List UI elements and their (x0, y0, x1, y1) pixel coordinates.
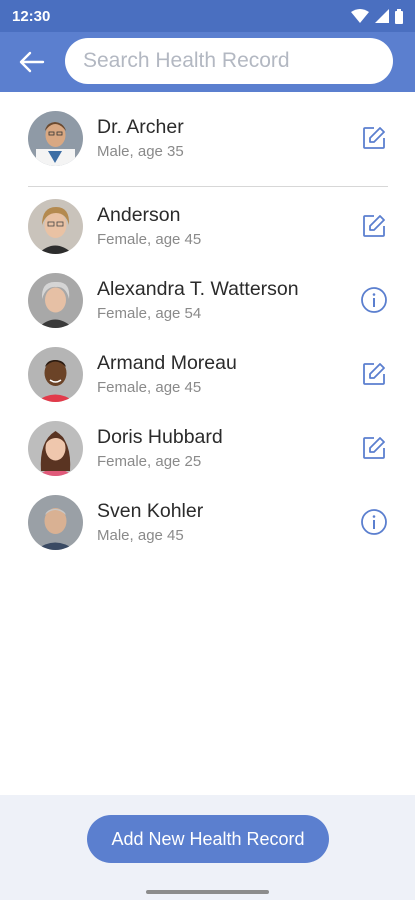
edit-button[interactable] (359, 123, 389, 153)
record-name: Anderson (97, 203, 181, 226)
avatar (28, 198, 83, 254)
search-input[interactable] (83, 49, 393, 73)
footer: Add New Health Record (0, 795, 415, 900)
record-name: Armand Moreau (97, 351, 237, 374)
status-time: 12:30 (12, 7, 51, 25)
edit-icon (363, 215, 385, 237)
info-button[interactable] (359, 507, 389, 537)
record-details: Male, age 35 (97, 142, 184, 160)
avatar (28, 272, 83, 328)
record-text: Armand Moreau Female, age 45 (97, 351, 237, 398)
record-text: Dr. Archer Male, age 35 (97, 115, 184, 162)
list-item[interactable]: Doris Hubbard Female, age 25 (0, 411, 415, 485)
cell-signal-icon (375, 9, 389, 23)
status-icons (351, 8, 403, 24)
info-button[interactable] (359, 285, 389, 315)
record-name: Sven Kohler (97, 499, 204, 522)
home-indicator[interactable] (146, 890, 269, 894)
app-bar (0, 32, 415, 92)
arrow-left-icon (19, 51, 45, 73)
record-details: Female, age 25 (97, 452, 202, 470)
search-box (65, 38, 393, 84)
list-item[interactable]: Armand Moreau Female, age 45 (0, 337, 415, 411)
record-text: Anderson Female, age 45 (97, 203, 201, 250)
info-icon (361, 287, 387, 313)
status-bar: 12:30 (0, 0, 415, 32)
list-item[interactable]: Anderson Female, age 45 (0, 189, 415, 263)
record-details: Female, age 45 (97, 378, 202, 396)
record-name: Doris Hubbard (97, 425, 223, 448)
record-details: Male, age 45 (97, 526, 184, 544)
record-details: Female, age 45 (97, 230, 202, 248)
divider (28, 186, 388, 187)
edit-icon (363, 363, 385, 385)
back-button[interactable] (0, 32, 64, 92)
list-item[interactable]: Sven Kohler Male, age 45 (0, 485, 415, 559)
battery-icon (395, 8, 403, 24)
avatar (28, 110, 83, 166)
edit-button[interactable] (359, 211, 389, 241)
record-name: Dr. Archer (97, 115, 184, 138)
record-text: Alexandra T. Watterson Female, age 54 (97, 277, 299, 324)
record-name: Alexandra T. Watterson (97, 277, 299, 300)
health-record-list: Dr. Archer Male, age 35 Anderson Female,… (0, 92, 415, 559)
add-new-health-record-button[interactable]: Add New Health Record (87, 815, 329, 863)
edit-button[interactable] (359, 359, 389, 389)
edit-icon (363, 437, 385, 459)
edit-icon (363, 127, 385, 149)
record-text: Doris Hubbard Female, age 25 (97, 425, 223, 472)
avatar (28, 420, 83, 476)
list-item[interactable]: Alexandra T. Watterson Female, age 54 (0, 263, 415, 337)
avatar (28, 346, 83, 402)
info-icon (361, 509, 387, 535)
avatar (28, 494, 83, 550)
record-details: Female, age 54 (97, 304, 202, 322)
wifi-icon (351, 9, 369, 23)
edit-button[interactable] (359, 433, 389, 463)
record-text: Sven Kohler Male, age 45 (97, 499, 203, 546)
list-item[interactable]: Dr. Archer Male, age 35 (0, 92, 415, 184)
